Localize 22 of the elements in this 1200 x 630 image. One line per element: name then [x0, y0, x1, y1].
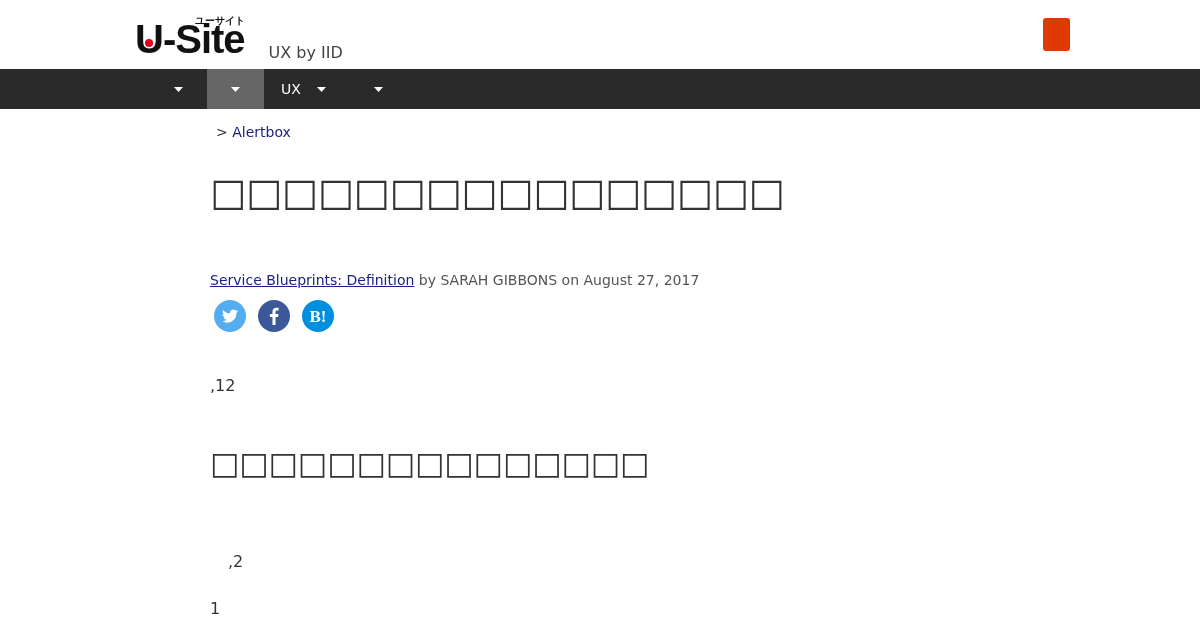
- bird-icon[interactable]: [214, 299, 246, 332]
- menu-button[interactable]: [1043, 18, 1070, 51]
- paragraph: ,2: [227, 551, 245, 571]
- paragraph: ,12: [210, 375, 237, 395]
- bookmark-icon[interactable]: B!: [302, 299, 334, 332]
- nav-item[interactable]: [207, 69, 264, 109]
- breadcrumb-link[interactable]: Alertbox: [232, 124, 291, 140]
- paragraph: 1: [210, 598, 222, 618]
- breadcrumb-separator: >: [216, 124, 228, 140]
- byline: by SARAH GIBBONS on August 27, 2017: [418, 271, 700, 288]
- logo-dot-icon: [145, 39, 153, 47]
- article-title: □□□□□□□□□□□□□□□□: [210, 170, 786, 216]
- caret-icon: [174, 86, 183, 92]
- caret-icon: [316, 86, 326, 92]
- caret-icon: [231, 86, 240, 92]
- source-link[interactable]: Service Blueprints: Definition: [210, 271, 415, 288]
- site-logo[interactable]: U-Site: [135, 24, 245, 54]
- facebook-icon[interactable]: [258, 299, 290, 332]
- site-tagline: UX by IID: [268, 43, 343, 62]
- caret-icon: [373, 86, 383, 92]
- section-heading: □□□□□□□□□□□□□□□: [210, 444, 651, 482]
- nav-item[interactable]: UX: [264, 69, 350, 109]
